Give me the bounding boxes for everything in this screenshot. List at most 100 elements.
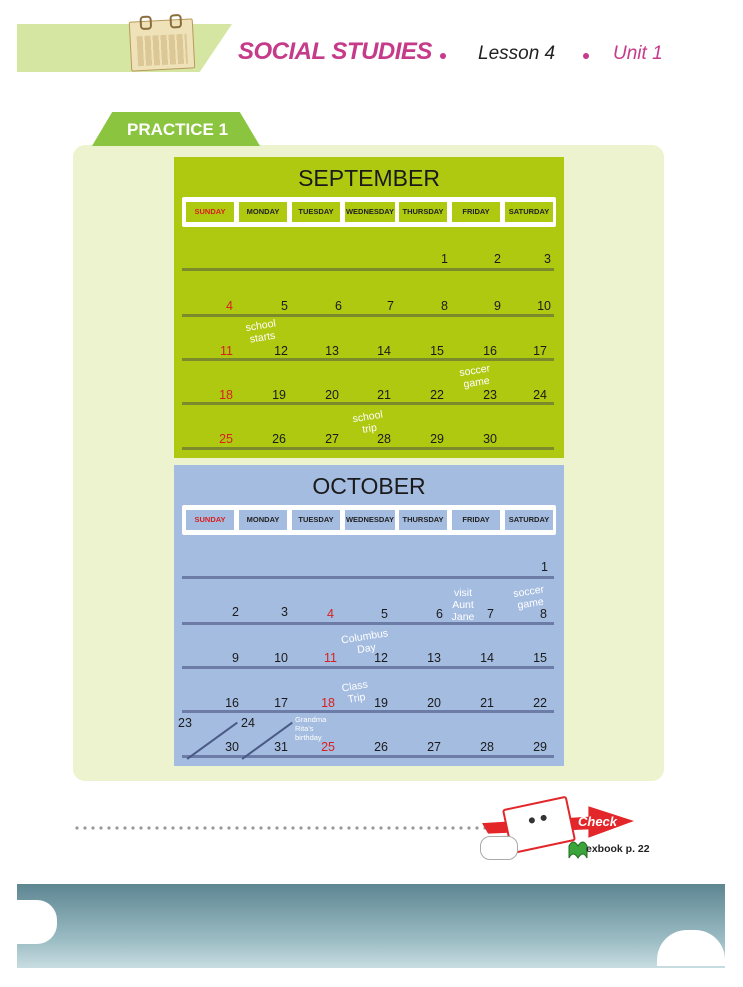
header-band bbox=[17, 24, 232, 72]
date-cell: 16 bbox=[483, 344, 497, 358]
date-cell: 8 bbox=[441, 299, 448, 313]
day-header-sunday: SUNDAY bbox=[186, 202, 234, 222]
october-calendar: OCTOBER SUNDAY MONDAY TUESDAY WEDNESDAY … bbox=[174, 465, 564, 766]
date-cell: 15 bbox=[430, 344, 444, 358]
september-calendar: SEPTEMBER SUNDAY MONDAY TUESDAY WEDNESDA… bbox=[174, 157, 564, 458]
separator-dot bbox=[440, 53, 446, 59]
date-cell: 28 bbox=[480, 740, 494, 754]
unit-label: Unit 1 bbox=[613, 43, 663, 64]
day-header-saturday: SATURDAY bbox=[505, 202, 553, 222]
date-cell: 5 bbox=[281, 299, 288, 313]
date-cell: 6 bbox=[436, 607, 443, 621]
month-title: SEPTEMBER bbox=[298, 165, 440, 191]
dotted-line bbox=[73, 826, 513, 830]
date-cell: 3 bbox=[544, 252, 551, 266]
day-header-sunday: SUNDAY bbox=[186, 510, 234, 530]
day-header-tuesday: TUESDAY bbox=[292, 202, 340, 222]
subject-title: SOCIAL STUDIES bbox=[238, 38, 432, 65]
date-cell: 5 bbox=[381, 607, 388, 621]
date-cell: 3 bbox=[281, 605, 288, 619]
weekday-header: SUNDAY MONDAY TUESDAY WEDNESDAY THURSDAY… bbox=[182, 197, 556, 227]
date-cell: 7 bbox=[387, 299, 394, 313]
day-header-monday: MONDAY bbox=[239, 510, 287, 530]
week-line bbox=[182, 268, 554, 271]
date-cell: 18 bbox=[321, 696, 335, 710]
event-note: Class Trip bbox=[340, 678, 369, 706]
event-note: Grandma Rita's birthday bbox=[295, 715, 327, 742]
textbook-reference: exbook p. 22 bbox=[586, 843, 650, 855]
cloud-icon bbox=[657, 930, 725, 966]
date-cell: 13 bbox=[325, 344, 339, 358]
week-line bbox=[182, 755, 554, 758]
date-cell: 25 bbox=[219, 432, 233, 446]
date-cell: 16 bbox=[225, 696, 239, 710]
day-header-saturday: SATURDAY bbox=[505, 510, 553, 530]
date-cell: 6 bbox=[335, 299, 342, 313]
week-line bbox=[182, 622, 554, 625]
weekday-header: SUNDAY MONDAY TUESDAY WEDNESDAY THURSDAY… bbox=[182, 505, 556, 535]
date-cell: 2 bbox=[494, 252, 501, 266]
date-cell: 23 bbox=[483, 388, 497, 402]
date-cell: 9 bbox=[494, 299, 501, 313]
date-cell: 26 bbox=[272, 432, 286, 446]
separator-dot bbox=[583, 53, 589, 59]
event-note: school starts bbox=[244, 317, 277, 346]
date-cell: 17 bbox=[274, 696, 288, 710]
date-cell: 11 bbox=[220, 344, 233, 358]
date-cell: 30 bbox=[483, 432, 497, 446]
date-cell: 21 bbox=[480, 696, 494, 710]
date-cell: 30 bbox=[225, 740, 239, 754]
date-cell: 27 bbox=[427, 740, 441, 754]
week-line bbox=[182, 710, 554, 713]
week-line bbox=[182, 576, 554, 579]
check-label: Check bbox=[578, 814, 618, 829]
date-cell: 4 bbox=[226, 299, 233, 313]
date-cell: 9 bbox=[232, 651, 239, 665]
cloud-icon bbox=[17, 900, 57, 944]
day-header-thursday: THURSDAY bbox=[399, 202, 447, 222]
day-header-monday: MONDAY bbox=[239, 202, 287, 222]
date-cell: 25 bbox=[321, 740, 335, 754]
day-header-tuesday: TUESDAY bbox=[292, 510, 340, 530]
date-cell: 18 bbox=[219, 388, 233, 402]
date-cell: 4 bbox=[327, 607, 334, 621]
event-note: visit Aunt Jane bbox=[451, 587, 475, 623]
day-header-wednesday: WEDNESDAY bbox=[345, 202, 395, 222]
date-cell: 20 bbox=[427, 696, 441, 710]
date-cell: 2 bbox=[232, 605, 239, 619]
week-line bbox=[182, 402, 554, 405]
date-cell: 29 bbox=[533, 740, 547, 754]
date-cell: 14 bbox=[480, 651, 494, 665]
footer-band bbox=[17, 884, 725, 968]
date-cell: 31 bbox=[274, 740, 288, 754]
date-cell: 17 bbox=[533, 344, 547, 358]
date-cell: 11 bbox=[324, 651, 337, 665]
month-title: OCTOBER bbox=[312, 473, 426, 499]
date-cell: 14 bbox=[377, 344, 391, 358]
date-cell: 12 bbox=[274, 344, 288, 358]
calendar-icon bbox=[128, 13, 196, 72]
practice-label: PRACTICE 1 bbox=[127, 120, 229, 139]
week-line bbox=[182, 447, 554, 450]
date-cell: 1 bbox=[441, 252, 448, 266]
date-cell: 19 bbox=[272, 388, 286, 402]
date-cell: 21 bbox=[377, 388, 391, 402]
glove-icon bbox=[480, 836, 518, 860]
day-header-thursday: THURSDAY bbox=[399, 510, 447, 530]
date-cell: 29 bbox=[430, 432, 444, 446]
day-header-friday: FRIDAY bbox=[452, 202, 500, 222]
date-cell: 22 bbox=[430, 388, 444, 402]
day-header-friday: FRIDAY bbox=[452, 510, 500, 530]
day-header-wednesday: WEDNESDAY bbox=[345, 510, 395, 530]
date-cell: 27 bbox=[325, 432, 339, 446]
week-line bbox=[182, 358, 554, 361]
date-cell: 10 bbox=[537, 299, 551, 313]
date-cell: 22 bbox=[533, 696, 547, 710]
date-cell: 24 bbox=[533, 388, 547, 402]
date-cell: 1 bbox=[541, 560, 548, 574]
date-cell: 13 bbox=[427, 651, 441, 665]
date-cell: 15 bbox=[533, 651, 547, 665]
date-cell: 20 bbox=[325, 388, 339, 402]
week-line bbox=[182, 666, 554, 669]
week-line bbox=[182, 314, 554, 317]
